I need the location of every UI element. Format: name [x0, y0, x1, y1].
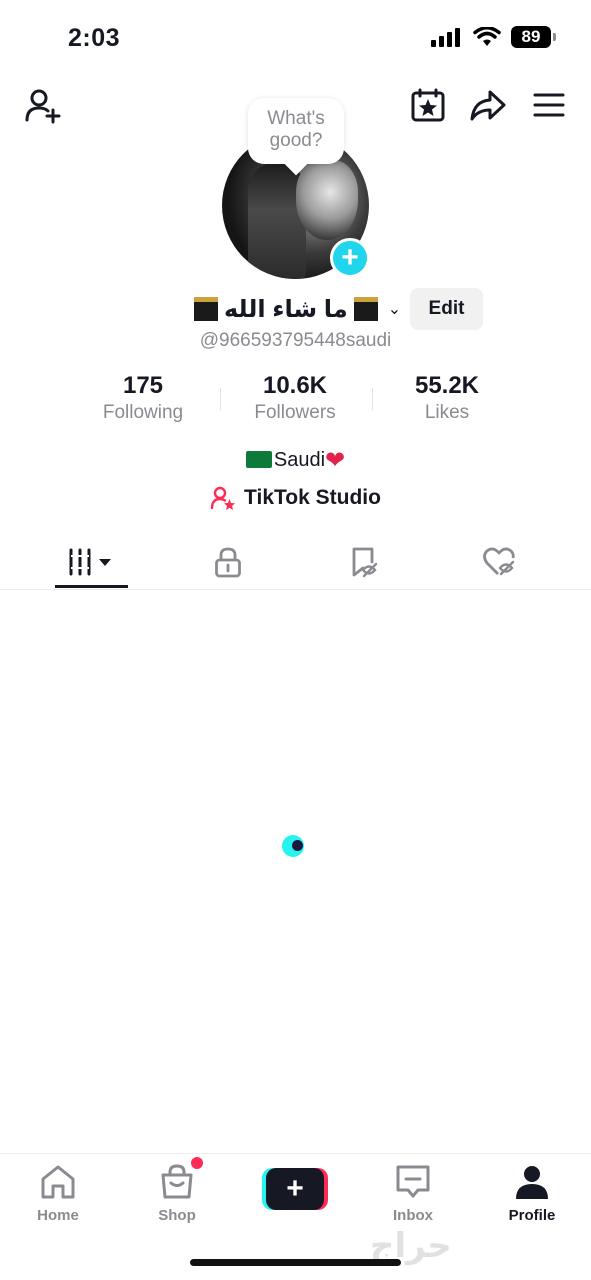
menu-icon[interactable] — [530, 88, 568, 122]
stat-label: Likes — [424, 402, 470, 423]
active-tab-indicator — [55, 585, 128, 588]
bookmark-icon — [352, 547, 378, 578]
saudi-flag-icon — [245, 451, 272, 468]
stat-divider — [220, 388, 221, 410]
stat-value: 55.2K — [414, 372, 480, 399]
nav-profile-label: Profile — [508, 1207, 556, 1224]
shop-notification-dot — [191, 1157, 203, 1169]
stat-followers[interactable]: 10.6K Followers — [225, 372, 365, 424]
grid-icon — [69, 548, 111, 576]
inbox-icon — [396, 1165, 430, 1198]
stat-following[interactable]: 175 Following — [73, 372, 213, 424]
tab-saved[interactable] — [320, 535, 410, 589]
tiktok-studio-label: TikTok Studio — [244, 486, 381, 509]
heart-hidden-icon — [483, 547, 515, 576]
add-friend-icon[interactable] — [22, 86, 64, 126]
create-button[interactable]: + — [262, 1168, 328, 1210]
signal-icon — [431, 28, 460, 47]
lock-icon — [215, 547, 241, 578]
profile-icon — [516, 1166, 548, 1199]
tab-liked[interactable] — [455, 535, 545, 589]
battery-indicator: 89 — [511, 26, 556, 48]
whats-good-bubble[interactable]: What's good? — [248, 98, 344, 164]
plus-icon: + — [266, 1168, 324, 1210]
username: @966593795448saudi — [199, 330, 392, 351]
nav-home-label: Home — [37, 1207, 79, 1224]
share-icon[interactable] — [467, 86, 509, 124]
kaaba-emoji-icon — [353, 297, 378, 321]
edit-profile-button[interactable]: Edit — [410, 288, 483, 330]
status-time: 2:03 — [68, 24, 121, 52]
loading-spinner — [282, 835, 304, 857]
stat-label: Followers — [254, 402, 336, 423]
display-name-row[interactable]: ما شاء الله ⌄ — [194, 290, 401, 328]
nav-profile[interactable]: Profile — [477, 1164, 587, 1224]
stat-value: 10.6K — [262, 372, 328, 399]
stat-likes[interactable]: 55.2K Likes — [377, 372, 517, 424]
chevron-down-icon: ⌄ — [387, 301, 402, 318]
bio: Saudi❤ — [0, 446, 591, 475]
nav-home[interactable]: Home — [3, 1164, 113, 1224]
avatar-wolf-figure — [296, 160, 358, 240]
red-heart-icon: ❤ — [325, 447, 346, 474]
stat-value: 175 — [122, 372, 164, 399]
nav-inbox-label: Inbox — [393, 1207, 433, 1224]
add-story-button[interactable]: + — [330, 238, 370, 278]
home-icon — [41, 1165, 75, 1199]
bio-text: Saudi — [273, 449, 326, 471]
nav-shop[interactable]: Shop — [122, 1164, 232, 1224]
wifi-icon — [473, 27, 501, 46]
kaaba-emoji-icon — [194, 297, 218, 321]
tab-private[interactable] — [183, 535, 273, 589]
home-indicator[interactable] — [190, 1259, 401, 1266]
display-name: ما شاء الله — [224, 295, 348, 323]
nav-inbox[interactable]: Inbox — [358, 1164, 468, 1224]
status-icons: 89 — [431, 26, 556, 48]
tab-videos[interactable] — [47, 535, 137, 589]
shopping-bag-icon — [161, 1164, 193, 1199]
profile-tabs — [0, 535, 591, 590]
stat-divider — [372, 388, 373, 410]
person-star-icon — [210, 486, 236, 510]
calendar-star-icon[interactable] — [408, 86, 448, 124]
nav-shop-label: Shop — [158, 1207, 196, 1224]
tiktok-studio-link[interactable]: TikTok Studio — [0, 486, 591, 510]
stat-label: Following — [102, 402, 184, 423]
